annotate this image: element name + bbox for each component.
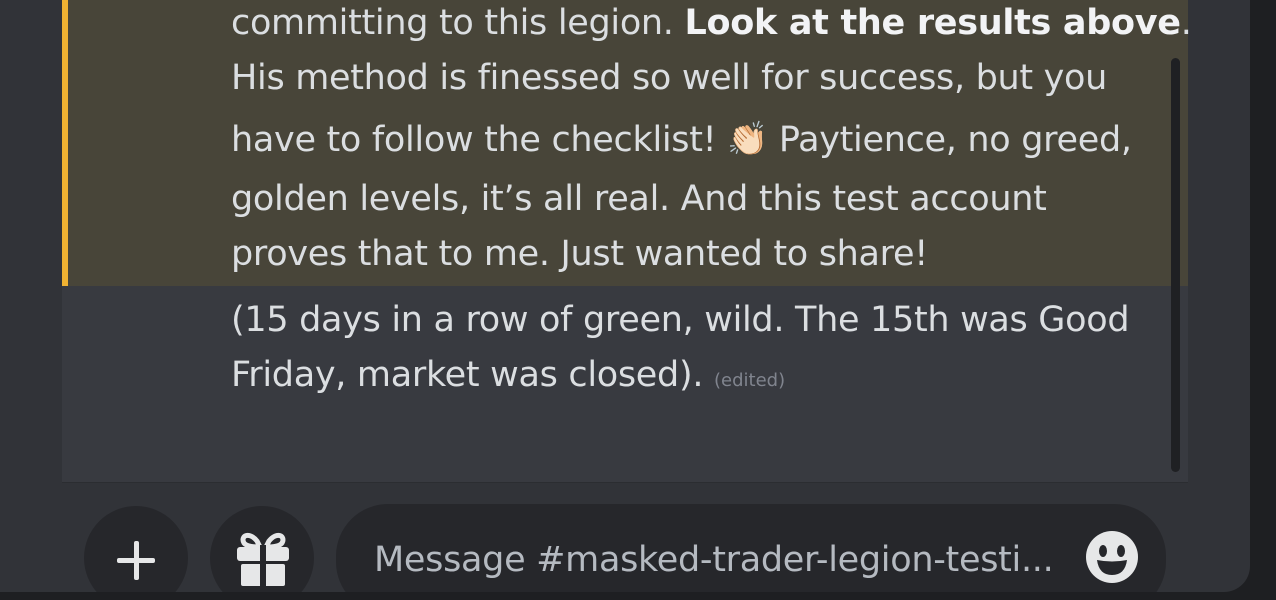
emoji-icon[interactable] <box>1084 529 1140 585</box>
chat-panel: committing to this legion. Look at the r… <box>0 0 1250 592</box>
message-line: (15 days in a row of green, wild. The 15… <box>231 300 1130 340</box>
edited-label: (edited) <box>713 370 786 391</box>
message-line: golden levels, it’s all real. And this t… <box>231 179 1047 219</box>
message-line: committing to this legion. Look at the r… <box>231 3 1192 43</box>
message-line: Friday, market was closed). (edited) <box>231 355 786 395</box>
scrollbar[interactable] <box>1171 58 1180 472</box>
composer-divider <box>62 482 1188 483</box>
bold-text: Look at the results above <box>684 3 1181 43</box>
gift-icon <box>237 532 289 586</box>
gift-button[interactable] <box>210 506 314 592</box>
message-line: proves that to me. Just wanted to share! <box>231 234 928 274</box>
clapping-hands-emoji: 👏🏻 <box>727 119 769 158</box>
message-input[interactable]: Message #masked-trader-legion-testi... <box>336 504 1166 592</box>
app-window: committing to this legion. Look at the r… <box>0 0 1276 600</box>
message-line: have to follow the checklist! 👏🏻 Paytien… <box>231 119 1132 160</box>
message-line: His method is finessed so well for succe… <box>231 58 1108 98</box>
attach-button[interactable] <box>84 506 188 592</box>
message-input-placeholder: Message #masked-trader-legion-testi... <box>374 540 1054 580</box>
mention-highlight-bar <box>62 0 68 286</box>
